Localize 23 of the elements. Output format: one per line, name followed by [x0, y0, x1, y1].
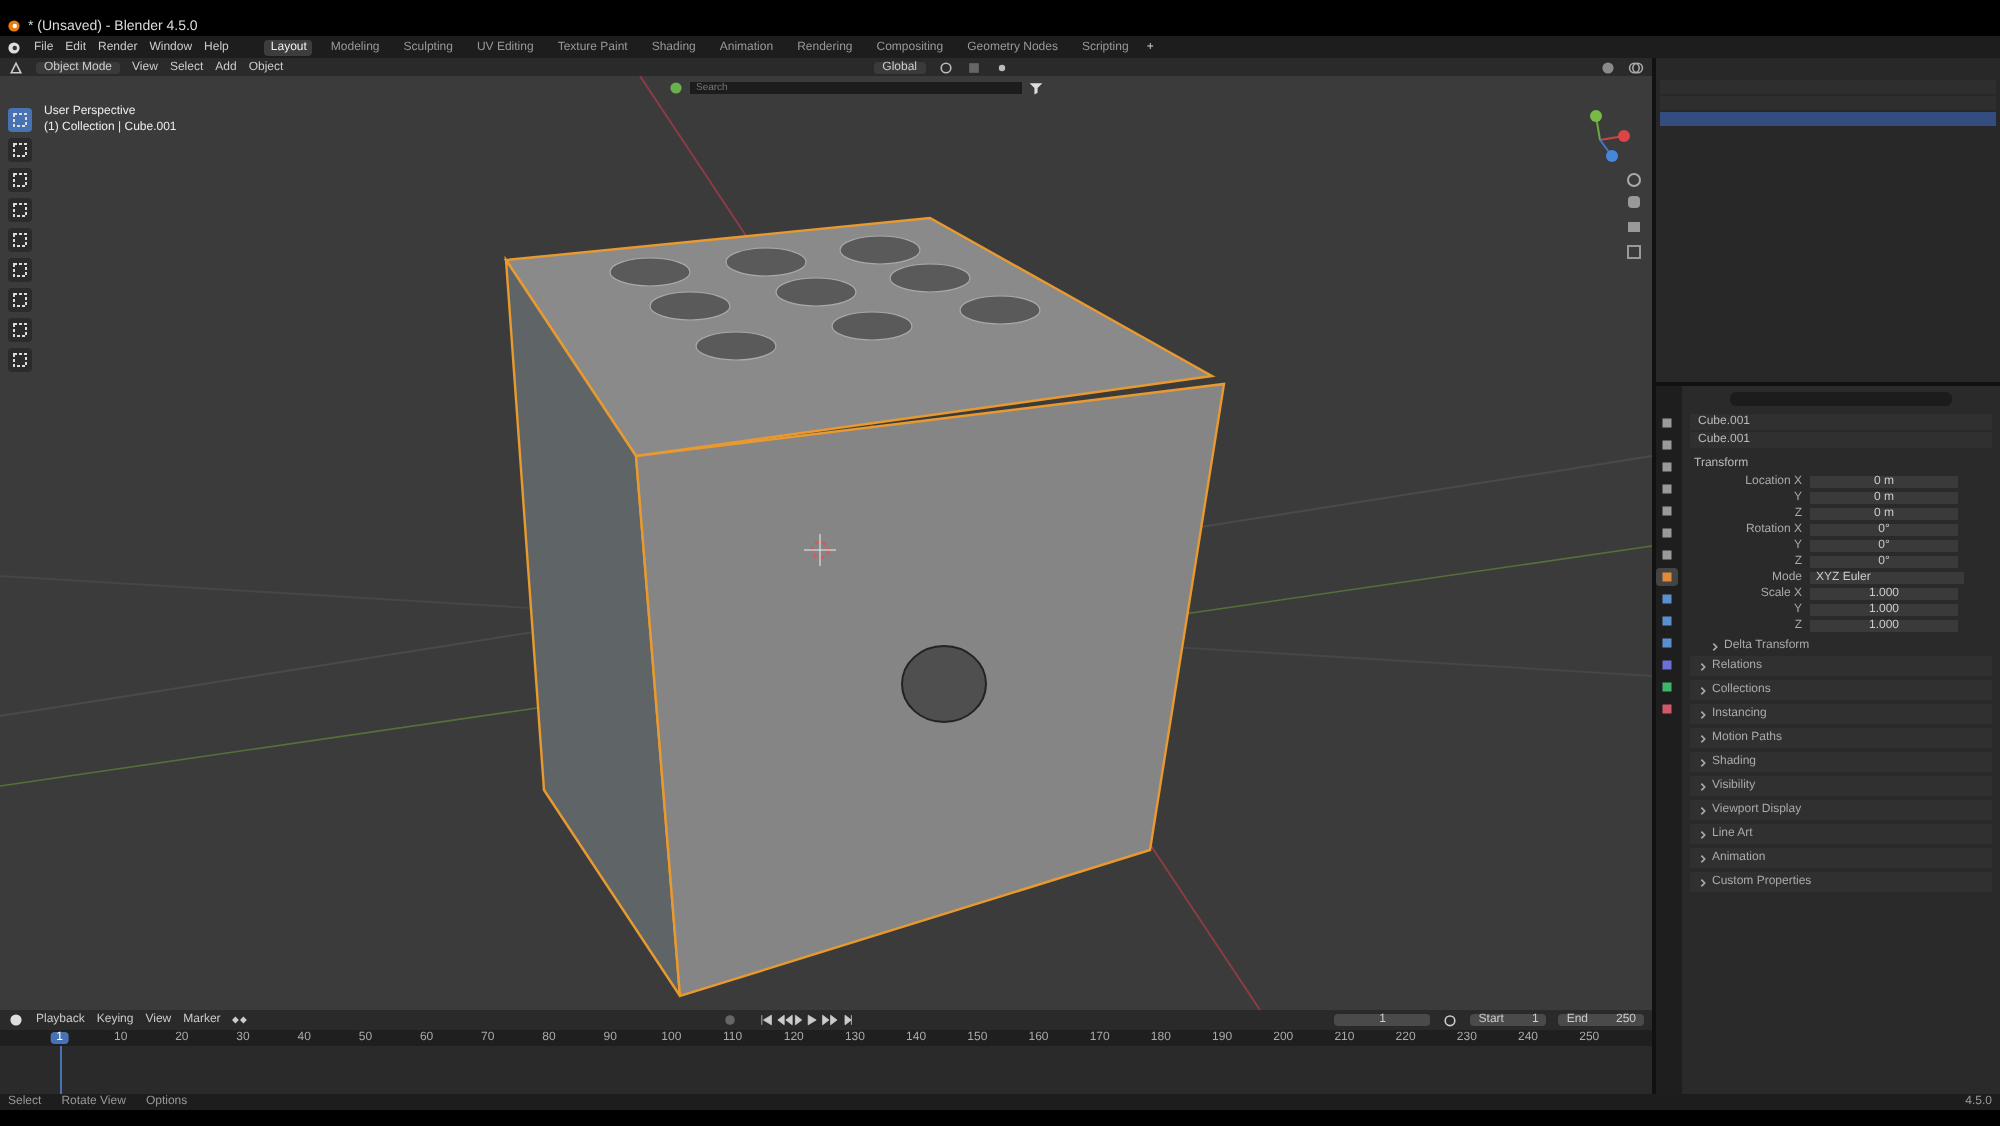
editor-type-icon[interactable] [8, 59, 24, 75]
chevron-icon [1698, 853, 1708, 863]
chevron-icon [1698, 829, 1708, 839]
chevron-icon [1698, 709, 1708, 719]
keyframe-icon[interactable] [232, 1012, 249, 1028]
overlay-icon[interactable] [1628, 59, 1644, 75]
properties-tab-icon[interactable] [1656, 568, 1678, 586]
app-logo-icon [6, 18, 22, 34]
chevron-icon [1698, 781, 1708, 791]
chevron-icon [1698, 877, 1708, 887]
chevron-icon [1698, 733, 1708, 743]
chevron-icon [1698, 757, 1708, 767]
timeline-track[interactable] [0, 1046, 1652, 1094]
chevron-icon [1698, 685, 1708, 695]
select-box-icon[interactable] [8, 108, 32, 132]
navigation-gizmo-icon[interactable] [1590, 110, 1630, 162]
zoom-icon[interactable] [1627, 173, 1641, 187]
cube-drawing[interactable] [503, 216, 1226, 998]
3d-cursor-icon [803, 533, 837, 567]
filter-icon[interactable] [1028, 80, 1044, 96]
visibility-icon[interactable] [668, 80, 684, 96]
app-menu-icon[interactable] [6, 39, 22, 55]
chevron-icon [1698, 805, 1708, 815]
